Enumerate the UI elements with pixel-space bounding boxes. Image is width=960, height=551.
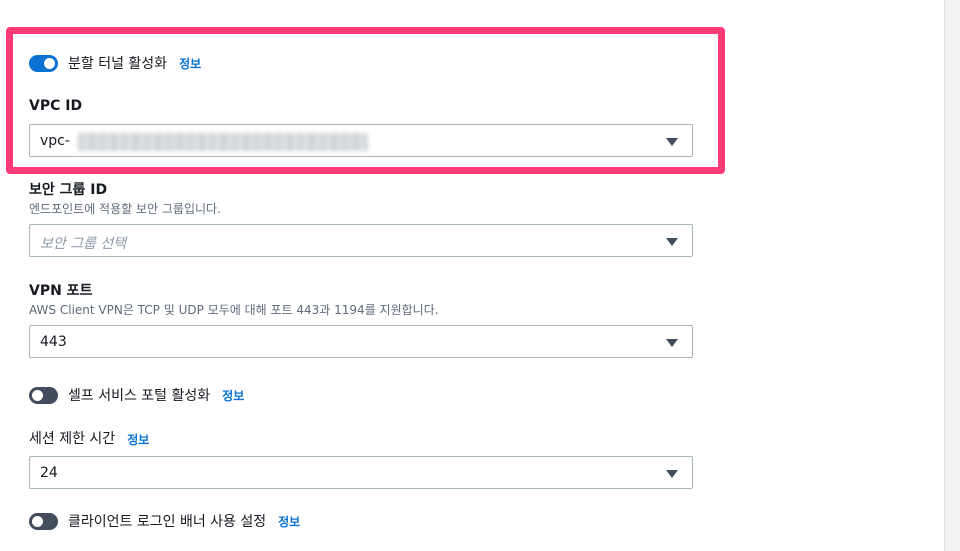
client-banner-row: 클라이언트 로그인 배너 사용 설정 정보	[29, 510, 300, 532]
vpn-port-field: VPN 포트 AWS Client VPN은 TCP 및 UDP 모두에 대해 …	[29, 282, 439, 318]
vpn-port-description: AWS Client VPN은 TCP 및 UDP 모두에 대해 포트 443과…	[29, 303, 439, 317]
split-tunnel-toggle[interactable]	[29, 54, 58, 72]
vpc-id-value: vpc-	[40, 133, 70, 149]
split-tunnel-info-link[interactable]: 정보	[179, 55, 201, 72]
security-group-description: 엔드포인트에 적용할 보안 그룹입니다.	[29, 202, 221, 216]
vpc-id-field: VPC ID	[29, 97, 82, 115]
session-timeout-select[interactable]: 24	[29, 456, 693, 489]
caret-down-icon	[666, 339, 678, 347]
client-banner-label: 클라이언트 로그인 배너 사용 설정	[68, 514, 267, 530]
security-group-placeholder: 보안 그룹 선택	[40, 236, 127, 252]
self-service-label: 셀프 서비스 포털 활성화	[68, 388, 211, 404]
vpc-id-select[interactable]: vpc-	[29, 124, 693, 157]
session-timeout-value: 24	[40, 465, 58, 481]
caret-down-icon	[666, 238, 678, 246]
security-group-select[interactable]: 보안 그룹 선택	[29, 224, 693, 257]
side-panel	[944, 0, 960, 551]
toggle-knob	[44, 57, 55, 69]
security-group-field: 보안 그룹 ID 엔드포인트에 적용할 보안 그룹입니다.	[29, 181, 221, 217]
session-timeout-label: 세션 제한 시간	[29, 431, 116, 447]
self-service-row: 셀프 서비스 포털 활성화 정보	[29, 384, 244, 406]
vpn-port-label: VPN 포트	[29, 283, 93, 299]
self-service-info-link[interactable]: 정보	[222, 387, 244, 404]
client-banner-toggle[interactable]	[29, 512, 58, 530]
toggle-knob	[32, 389, 43, 401]
caret-down-icon	[666, 470, 678, 478]
security-group-label: 보안 그룹 ID	[29, 182, 108, 198]
client-vpn-settings-form: 분할 터널 활성화 정보 VPC ID vpc- 보안 그룹 ID 엔드포인트에…	[0, 0, 960, 551]
redacted-vpc-id	[78, 133, 368, 151]
session-timeout-field: 세션 제한 시간 정보	[29, 428, 149, 450]
vpn-port-value: 443	[40, 334, 67, 350]
caret-down-icon	[666, 138, 678, 146]
session-timeout-info-link[interactable]: 정보	[127, 431, 149, 448]
client-banner-info-link[interactable]: 정보	[278, 513, 300, 530]
vpc-id-label: VPC ID	[29, 98, 83, 114]
self-service-toggle[interactable]	[29, 386, 58, 404]
vpn-port-select[interactable]: 443	[29, 325, 693, 358]
toggle-knob	[32, 515, 43, 527]
split-tunnel-row: 분할 터널 활성화 정보	[29, 52, 201, 74]
split-tunnel-label: 분할 터널 활성화	[68, 56, 168, 72]
